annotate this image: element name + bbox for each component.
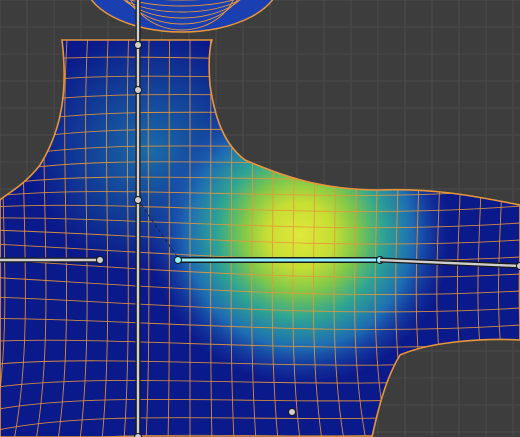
bone-joint-3[interactable] bbox=[288, 408, 296, 416]
spine-bone[interactable] bbox=[134, 0, 142, 437]
bone-joint-1[interactable] bbox=[134, 86, 142, 94]
viewport-canvas[interactable] bbox=[0, 0, 520, 437]
left-arm-bone[interactable] bbox=[0, 256, 104, 264]
shoulder-weight-heatmap bbox=[0, 40, 520, 437]
character-mesh[interactable] bbox=[0, 0, 520, 437]
spine-bone-joint[interactable] bbox=[134, 433, 142, 437]
right-forearm-bone-joint[interactable] bbox=[516, 262, 520, 270]
left-arm-bone-joint[interactable] bbox=[96, 256, 104, 264]
3d-viewport[interactable] bbox=[0, 0, 520, 437]
right-upper-arm-bone-head-joint[interactable] bbox=[174, 256, 182, 264]
right-upper-arm-bone[interactable] bbox=[174, 256, 384, 264]
bone-joint-2[interactable] bbox=[134, 196, 142, 204]
bone-joint-0[interactable] bbox=[134, 41, 142, 49]
